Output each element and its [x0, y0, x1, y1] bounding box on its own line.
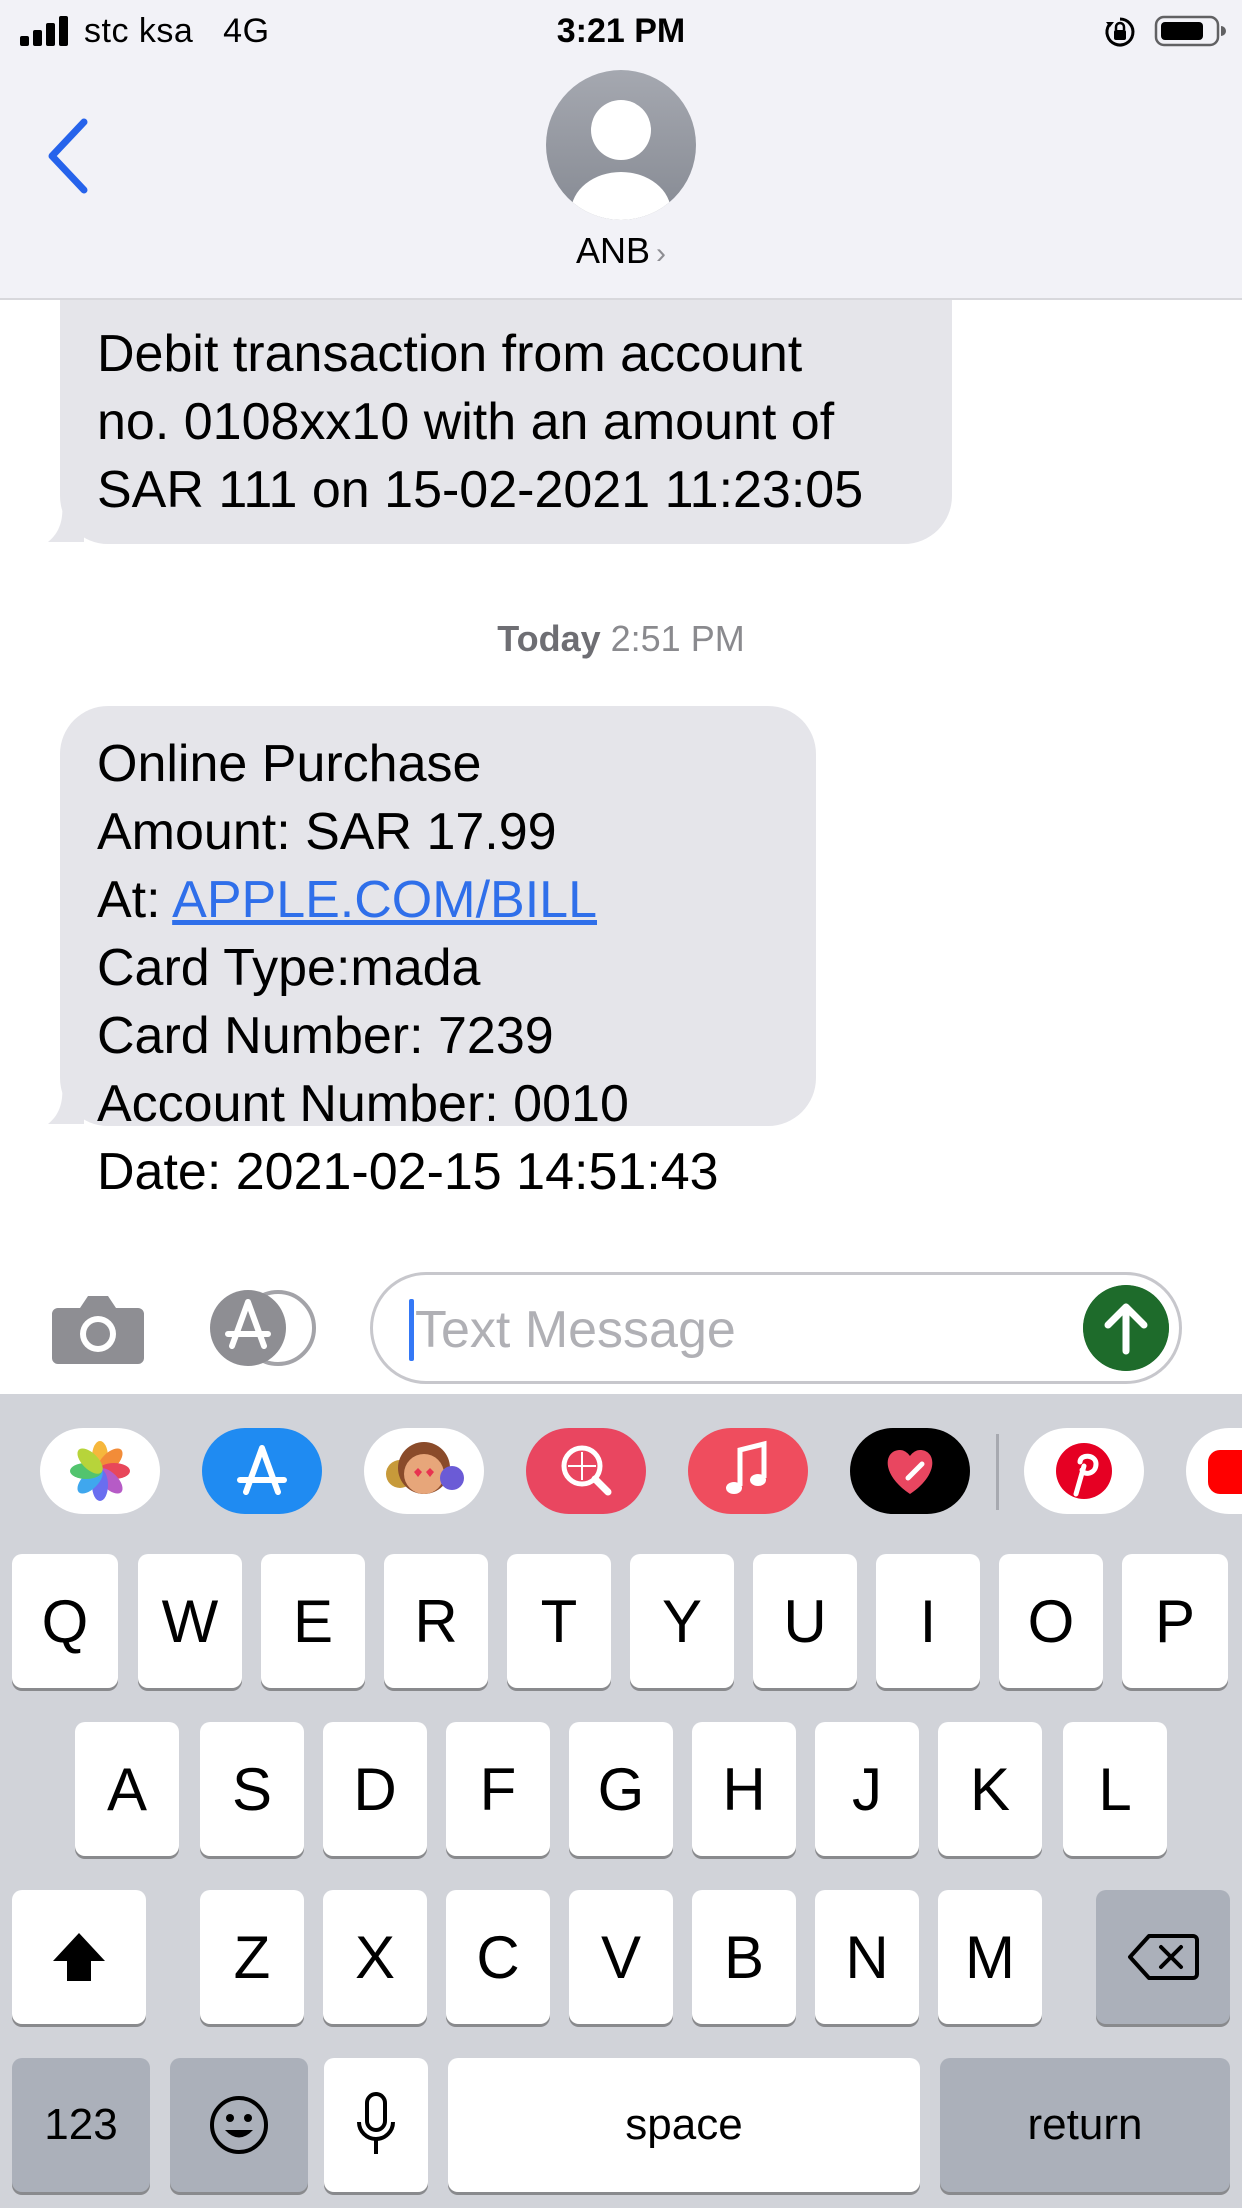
message-bubble[interactable]: Online Purchase Amount: SAR 17.99 At: AP…	[60, 706, 816, 1201]
return-key[interactable]: return	[940, 2058, 1230, 2192]
message-bubble[interactable]: Debit transaction from account no. 0108x…	[60, 300, 952, 544]
key-u[interactable]: U	[753, 1554, 857, 1688]
message-line: Debit transaction from account	[97, 325, 803, 383]
shift-key[interactable]	[12, 1890, 146, 2024]
send-arrow-icon[interactable]	[1083, 1285, 1169, 1371]
contact-name-button[interactable]: ANB ›	[0, 230, 1242, 272]
chevron-right-icon: ›	[656, 237, 667, 270]
timestamp-day: Today	[497, 618, 601, 659]
youtube-icon[interactable]	[1186, 1428, 1242, 1514]
keyboard: Q W E R T Y U I O P A S D F G H J K L Z …	[0, 1554, 1242, 2208]
key-y[interactable]: Y	[630, 1554, 734, 1688]
drawer-divider	[996, 1434, 999, 1510]
message-line: Card Number: 7239	[97, 1007, 554, 1065]
key-z[interactable]: Z	[200, 1890, 304, 2024]
key-r[interactable]: R	[384, 1554, 488, 1688]
message-timestamp: Today 2:51 PM	[0, 618, 1242, 660]
pinterest-icon[interactable]	[1024, 1428, 1144, 1514]
shift-icon	[53, 1933, 105, 1981]
timestamp-time: 2:51 PM	[610, 618, 745, 659]
delete-key[interactable]	[1096, 1890, 1230, 2024]
microphone-icon	[357, 2092, 395, 2154]
key-j[interactable]: J	[815, 1722, 919, 1856]
app-store-icon[interactable]	[208, 1288, 320, 1368]
key-l[interactable]: L	[1063, 1722, 1167, 1856]
conversation-header: ANB ›	[0, 60, 1242, 300]
message-list[interactable]: Debit transaction from account no. 0108x…	[0, 300, 1242, 1252]
key-p[interactable]: P	[1122, 1554, 1228, 1688]
contact-name: ANB	[575, 230, 651, 271]
bubble-tail	[48, 502, 84, 542]
key-x[interactable]: X	[323, 1890, 427, 2024]
web-search-icon[interactable]	[526, 1428, 646, 1514]
message-line: Amount: SAR 17.99	[97, 803, 557, 861]
message-line: Online Purchase	[97, 735, 482, 793]
message-line: SAR 111 on 15-02-2021 11:23:05	[97, 461, 864, 519]
back-chevron-icon[interactable]	[36, 106, 100, 206]
message-line: Date: 2021-02-15 14:51:43	[97, 1143, 719, 1201]
message-line-with-link: At: APPLE.COM/BILL	[97, 866, 780, 934]
emoji-key[interactable]	[170, 2058, 308, 2192]
key-v[interactable]: V	[569, 1890, 673, 2024]
key-o[interactable]: O	[999, 1554, 1103, 1688]
key-d[interactable]: D	[323, 1722, 427, 1856]
delete-icon	[1128, 1934, 1199, 1980]
key-q[interactable]: Q	[12, 1554, 118, 1688]
message-line: At:	[97, 871, 173, 929]
key-b[interactable]: B	[692, 1890, 796, 2024]
digital-touch-icon[interactable]	[850, 1428, 970, 1514]
message-link[interactable]: APPLE.COM/BILL	[172, 871, 597, 929]
emoji-icon	[210, 2096, 268, 2154]
key-h[interactable]: H	[692, 1722, 796, 1856]
message-line: no. 0108xx10 with an amount of	[97, 393, 835, 451]
key-m[interactable]: M	[938, 1890, 1042, 2024]
avatar[interactable]	[546, 70, 696, 220]
message-line: Account Number: 0010	[97, 1075, 629, 1133]
key-i[interactable]: I	[876, 1554, 980, 1688]
battery-icon	[1154, 15, 1226, 47]
status-bar: stc ksa 4G 3:21 PM	[0, 0, 1242, 60]
person-icon	[571, 100, 671, 220]
space-key[interactable]: space	[448, 2058, 920, 2192]
key-s[interactable]: S	[200, 1722, 304, 1856]
key-w[interactable]: W	[138, 1554, 242, 1688]
key-n[interactable]: N	[815, 1890, 919, 2024]
dictation-key[interactable]	[324, 2058, 428, 2192]
key-t[interactable]: T	[507, 1554, 611, 1688]
text-cursor	[409, 1299, 414, 1361]
key-e[interactable]: E	[261, 1554, 365, 1688]
message-input[interactable]: Text Message	[370, 1272, 1182, 1384]
key-k[interactable]: K	[938, 1722, 1042, 1856]
camera-icon[interactable]	[50, 1290, 146, 1366]
bubble-tail	[48, 1084, 84, 1124]
message-input-placeholder: Text Message	[415, 1301, 736, 1359]
key-g[interactable]: G	[569, 1722, 673, 1856]
music-icon[interactable]	[688, 1428, 808, 1514]
numbers-key[interactable]: 123	[12, 2058, 150, 2192]
message-line: Card Type:mada	[97, 939, 481, 997]
status-time: 3:21 PM	[556, 12, 686, 50]
memoji-icon[interactable]	[364, 1428, 484, 1514]
compose-bar: Text Message	[0, 1252, 1242, 1394]
imessage-app-drawer[interactable]	[0, 1394, 1242, 1554]
photos-icon[interactable]	[40, 1428, 160, 1514]
orientation-lock-icon	[1105, 17, 1135, 47]
key-a[interactable]: A	[75, 1722, 179, 1856]
app-store-icon[interactable]	[202, 1428, 322, 1514]
key-c[interactable]: C	[446, 1890, 550, 2024]
key-f[interactable]: F	[446, 1722, 550, 1856]
